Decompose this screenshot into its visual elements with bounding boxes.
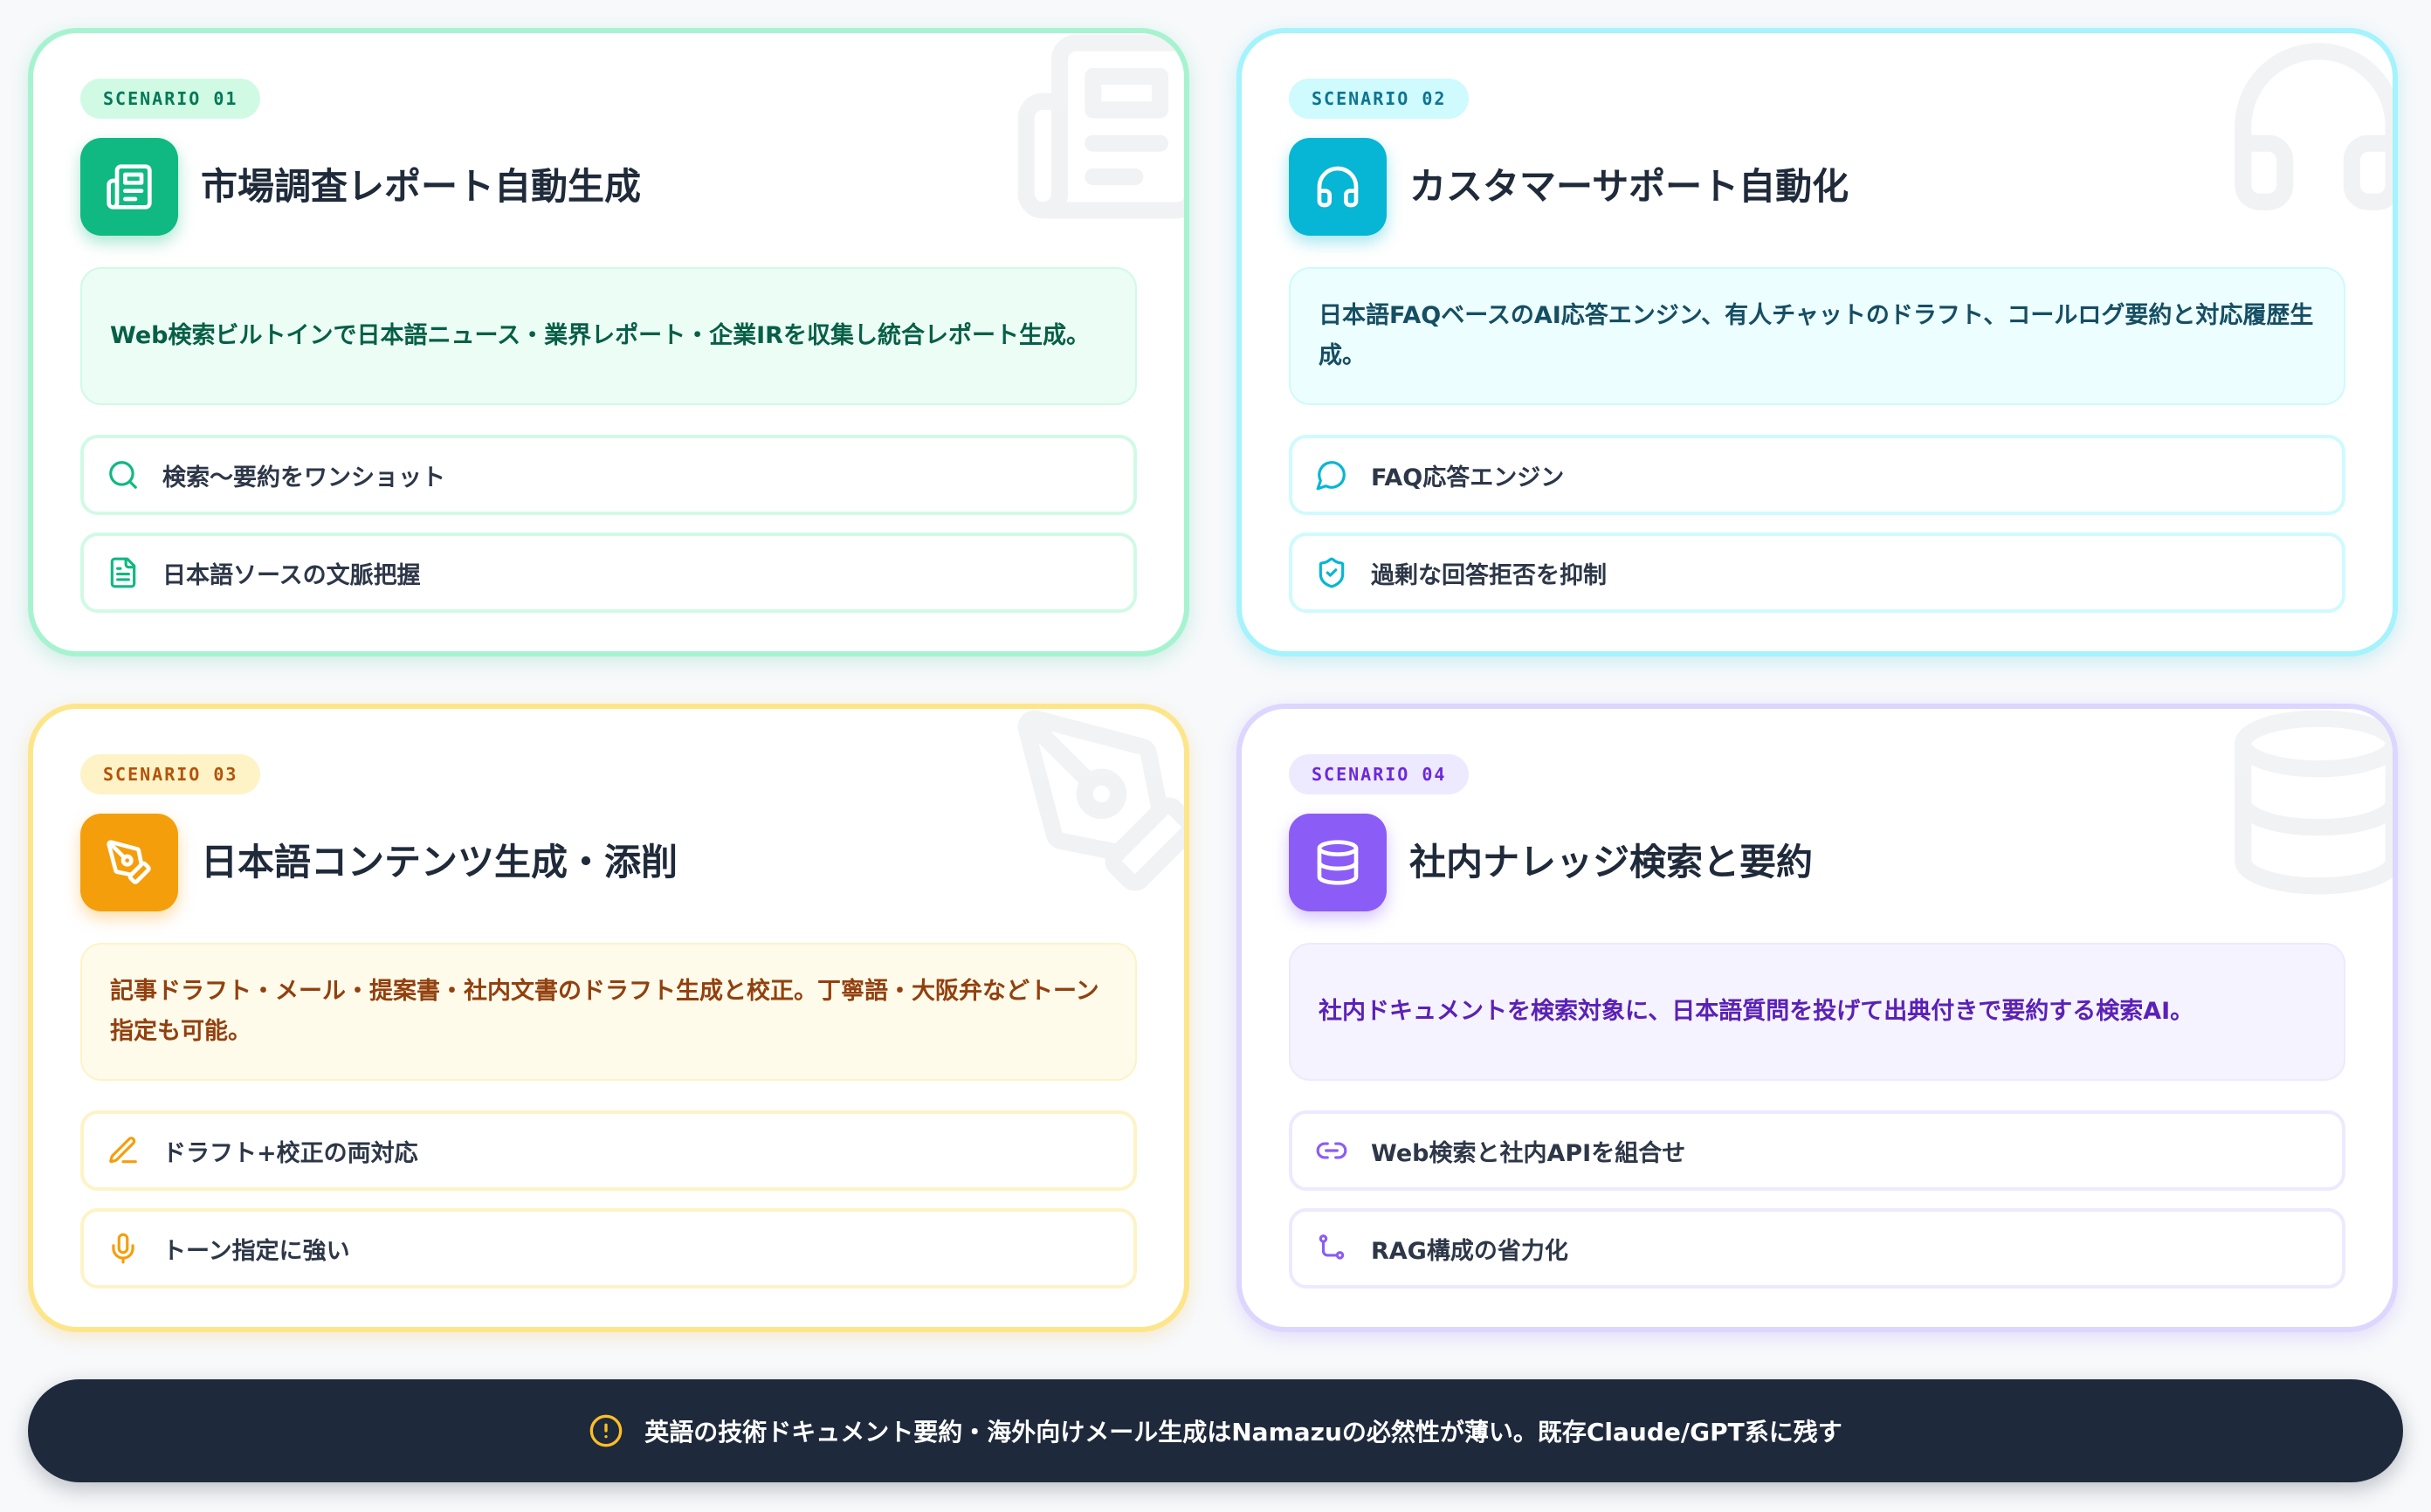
feature-label: 過剰な回答拒否を抑制 [1371, 561, 1607, 589]
scenario-description: Web検索ビルトインで日本語ニュース・業界レポート・企業IRを収集し統合レポート… [80, 267, 1137, 405]
scenario-title: カスタマーサポート自動化 [1409, 165, 1849, 208]
feature-label: トーン指定に強い [162, 1237, 350, 1265]
scenario-card-1: SCENARIO 01 市場調査レポート自動生成 Web検索ビルトインで日本語ニ… [28, 28, 1189, 656]
link-icon [1316, 1142, 1347, 1159]
alert-circle-icon [589, 1414, 623, 1447]
scenario-title: 市場調査レポート自動生成 [201, 165, 642, 208]
scenario-title: 社内ナレッジ検索と要約 [1409, 841, 1814, 883]
feature-item: 日本語ソースの文脈把握 [80, 533, 1137, 613]
feature-item: Web検索と社内APIを組合せ [1289, 1110, 2345, 1191]
pencil-icon [109, 1137, 137, 1164]
scenario-card-4: SCENARIO 04 社内ナレッジ検索と要約 社内ドキュメントを検索対象に、日… [1236, 704, 2398, 1332]
feature-label: FAQ応答エンジン [1371, 464, 1565, 491]
feature-item: ドラフト+校正の両対応 [80, 1110, 1137, 1191]
shield-check-icon [1319, 557, 1345, 588]
feature-item: 過剰な回答拒否を抑制 [1289, 533, 2345, 613]
feature-item: 検索〜要約をワンショット [80, 435, 1137, 515]
chat-bubble-icon [1316, 461, 1346, 491]
feature-item: トーン指定に強い [80, 1208, 1137, 1289]
newspaper-icon [80, 138, 178, 236]
pen-tool-icon [80, 814, 178, 911]
scenario-badge: SCENARIO 01 [80, 79, 261, 119]
search-icon [109, 461, 137, 489]
feature-label: Web検索と社内APIを組合せ [1371, 1139, 1686, 1167]
headphones-icon [1289, 138, 1387, 236]
scenario-description: 日本語FAQベースのAI応答エンジン、有人チャットのドラフト、コールログ要約と対… [1289, 267, 2345, 405]
footer-text: 英語の技術ドキュメント要約・海外向けメール生成はNamazuの必然性が薄い。既存… [644, 1418, 1842, 1447]
feature-label: 日本語ソースの文脈把握 [162, 561, 421, 589]
scenario-badge: SCENARIO 02 [1289, 79, 1470, 119]
scenario-badge: SCENARIO 03 [80, 754, 261, 794]
scenario-card-3: SCENARIO 03 日本語コンテンツ生成・添削 記事ドラフト・メール・提案書… [28, 704, 1189, 1332]
scenario-description: 社内ドキュメントを検索対象に、日本語質問を投げて出典付きで要約する検索AI。 [1289, 943, 2345, 1081]
feature-label: RAG構成の省力化 [1371, 1237, 1568, 1265]
scenario-title: 日本語コンテンツ生成・添削 [201, 841, 678, 883]
document-icon [110, 557, 136, 588]
scenario-card-2: SCENARIO 02 カスタマーサポート自動化 日本語FAQベースのAI応答エ… [1236, 28, 2398, 656]
feature-item: RAG構成の省力化 [1289, 1208, 2345, 1289]
feature-label: ドラフト+校正の両対応 [162, 1139, 418, 1167]
feature-item: FAQ応答エンジン [1289, 435, 2345, 515]
scenario-badge: SCENARIO 04 [1289, 754, 1470, 794]
database-icon [1289, 814, 1387, 911]
microphone-icon [112, 1233, 134, 1264]
footer-banner: 英語の技術ドキュメント要約・海外向けメール生成はNamazuの必然性が薄い。既存… [28, 1379, 2403, 1482]
git-branch-icon [1319, 1234, 1345, 1260]
feature-label: 検索〜要約をワンショット [162, 464, 445, 491]
scenario-description: 記事ドラフト・メール・提案書・社内文書のドラフト生成と校正。丁寧語・大阪弁などト… [80, 943, 1137, 1081]
